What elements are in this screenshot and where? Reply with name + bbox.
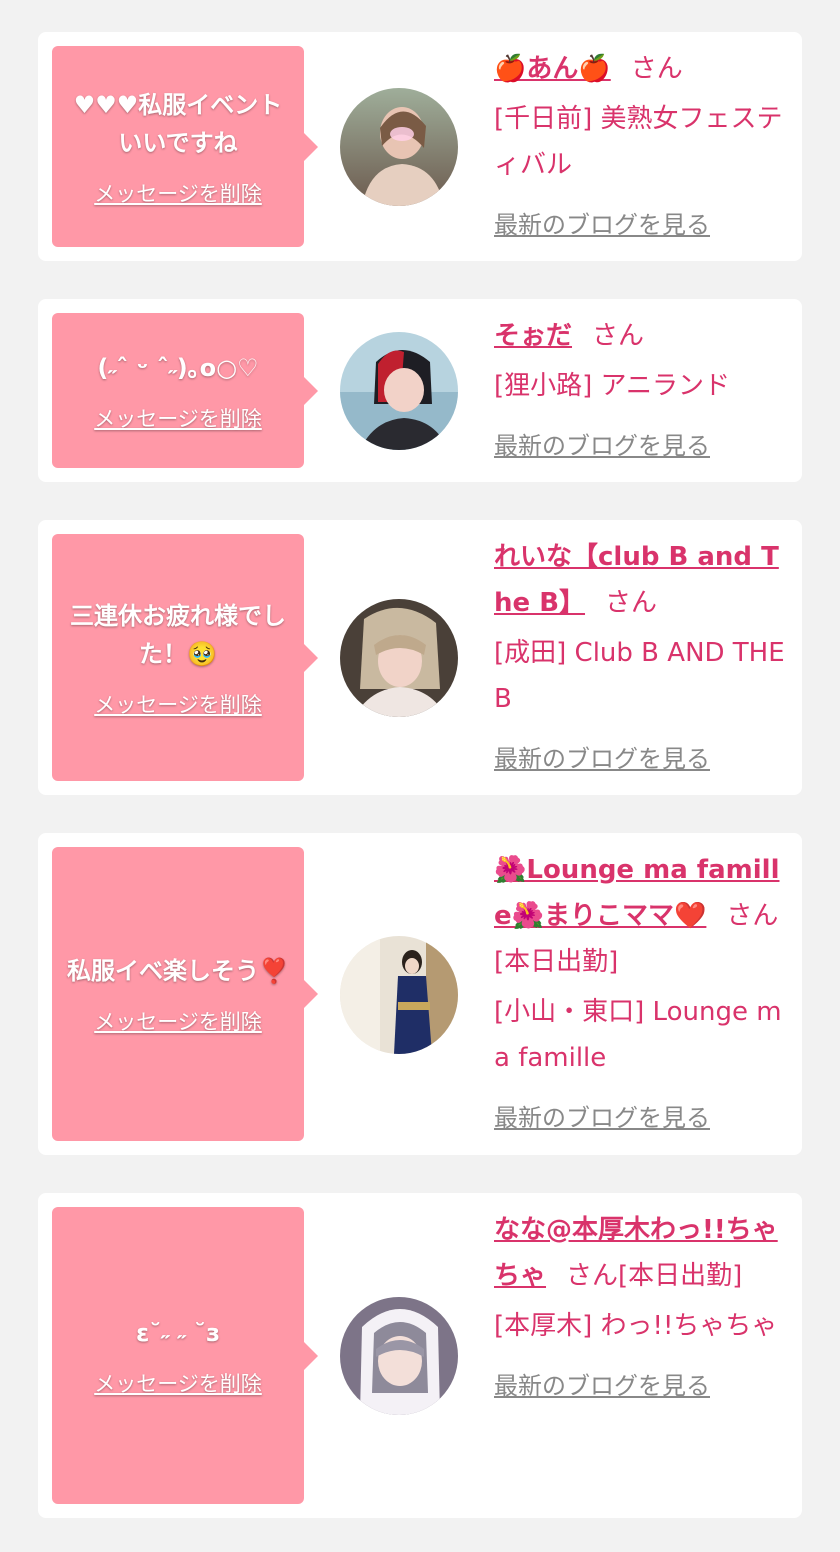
honorific: さん bbox=[630, 54, 683, 84]
delete-message-link[interactable]: メッセージを削除 bbox=[94, 403, 262, 433]
latest-blog-link[interactable]: 最新のブログを見る bbox=[494, 202, 710, 248]
honorific: さん bbox=[592, 321, 645, 351]
shop-name: [小山・東口] Lounge ma famille bbox=[494, 997, 782, 1073]
sender-info: 🌺Lounge ma famille🌺まりこママ❤️ さん[本日出勤] [小山・東… bbox=[494, 847, 788, 1141]
sender-name-line: 🌺Lounge ma famille🌺まりこママ❤️ さん[本日出勤] bbox=[494, 847, 788, 985]
sender-info: そぉだ さん [狸小路] アニランド 最新のブログを見る bbox=[494, 313, 788, 469]
message-list-page: ♥♥♥私服イベントいいですね メッセージを削除 🍎あん🍎 さん [千日前] 美熟… bbox=[0, 0, 840, 1552]
latest-blog-link[interactable]: 最新のブログを見る bbox=[494, 423, 710, 469]
message-bubble: (˶ˆ ᵕ ˆ˶)｡o○♡ メッセージを削除 bbox=[52, 313, 318, 468]
message-card: 三連休お疲れ様でした！🥹 メッセージを削除 れいな【club B and The… bbox=[38, 520, 802, 795]
delete-message-link[interactable]: メッセージを削除 bbox=[94, 178, 262, 208]
shop-name: [本厚木] わっ!!ちゃちゃ bbox=[494, 1311, 778, 1341]
message-bubble: 三連休お疲れ様でした！🥹 メッセージを削除 bbox=[52, 534, 318, 781]
latest-blog-link[interactable]: 最新のブログを見る bbox=[494, 1363, 710, 1409]
avatar[interactable] bbox=[340, 88, 458, 206]
message-bubble: ♥♥♥私服イベントいいですね メッセージを削除 bbox=[52, 46, 318, 247]
latest-blog-link[interactable]: 最新のブログを見る bbox=[494, 736, 710, 782]
sender-name-link[interactable]: そぉだ bbox=[494, 321, 572, 351]
sender-name-line: れいな【club B and The B】 さん bbox=[494, 534, 788, 626]
message-card: 私服イベ楽しそう❣️ メッセージを削除 🌺Lounge ma famille🌺ま… bbox=[38, 833, 802, 1155]
sender-name-line: そぉだ さん bbox=[494, 313, 788, 359]
sender-name-line: 🍎あん🍎 さん bbox=[494, 46, 788, 92]
honorific: さん bbox=[605, 588, 658, 618]
shop-name: [成田] Club B AND THE B bbox=[494, 638, 785, 714]
latest-blog-link[interactable]: 最新のブログを見る bbox=[494, 1095, 710, 1141]
sender-info: なな@本厚木わっ!!ちゃちゃ さん[本日出勤] [本厚木] わっ!!ちゃちゃ 最新… bbox=[494, 1207, 788, 1409]
avatar[interactable] bbox=[340, 599, 458, 717]
delete-message-link[interactable]: メッセージを削除 bbox=[94, 1006, 262, 1036]
message-text: (˶ˆ ᵕ ˆ˶)｡o○♡ bbox=[97, 353, 259, 382]
message-text: ε˘˶ ˶ ˘з bbox=[136, 1318, 220, 1347]
sender-info: 🍎あん🍎 さん [千日前] 美熟女フェスティバル 最新のブログを見る bbox=[494, 46, 788, 248]
delete-message-link[interactable]: メッセージを削除 bbox=[94, 1368, 262, 1398]
avatar[interactable] bbox=[340, 936, 458, 1054]
delete-message-link[interactable]: メッセージを削除 bbox=[94, 689, 262, 719]
message-card: ε˘˶ ˶ ˘з メッセージを削除 なな@本厚木わっ!!ちゃちゃ さん[本日出勤]… bbox=[38, 1193, 802, 1518]
sender-name-line: なな@本厚木わっ!!ちゃちゃ さん[本日出勤] bbox=[494, 1207, 788, 1299]
shop-name: [狸小路] アニランド bbox=[494, 371, 731, 401]
avatar[interactable] bbox=[340, 1297, 458, 1415]
sender-info: れいな【club B and The B】 さん [成田] Club B AND … bbox=[494, 534, 788, 782]
message-text: 三連休お疲れ様でした！🥹 bbox=[70, 601, 286, 668]
message-text: 私服イベ楽しそう❣️ bbox=[67, 957, 289, 985]
message-text: ♥♥♥私服イベントいいですね bbox=[73, 90, 283, 157]
avatar[interactable] bbox=[340, 332, 458, 450]
message-card: ♥♥♥私服イベントいいですね メッセージを削除 🍎あん🍎 さん [千日前] 美熟… bbox=[38, 32, 802, 261]
shop-name: [千日前] 美熟女フェスティバル bbox=[494, 104, 783, 180]
message-bubble: ε˘˶ ˶ ˘з メッセージを削除 bbox=[52, 1207, 318, 1504]
message-bubble: 私服イベ楽しそう❣️ メッセージを削除 bbox=[52, 847, 318, 1141]
message-card: (˶ˆ ᵕ ˆ˶)｡o○♡ メッセージを削除 そぉだ さん [狸小路] アニランド… bbox=[38, 299, 802, 482]
sender-name-link[interactable]: 🍎あん🍎 bbox=[494, 54, 611, 84]
honorific: さん[本日出勤] bbox=[566, 1261, 743, 1291]
